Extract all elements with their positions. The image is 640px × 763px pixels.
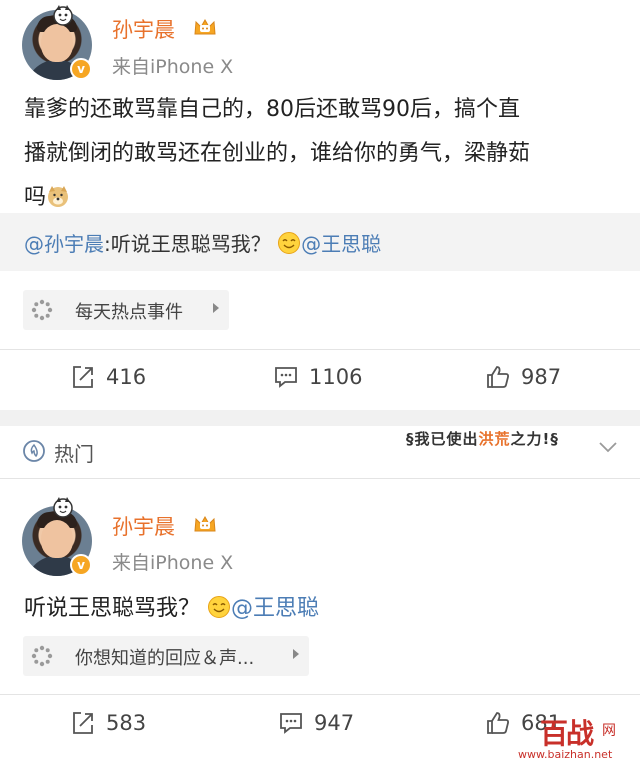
site-watermark: 百战 网 www.baizhan.net bbox=[518, 712, 638, 762]
comment-button[interactable]: 947 bbox=[278, 703, 354, 743]
sticker-highlight: 洪荒 bbox=[478, 430, 511, 448]
hot-topic-icon bbox=[23, 440, 45, 462]
chevron-down-icon[interactable] bbox=[598, 440, 618, 454]
comment-icon bbox=[275, 367, 297, 388]
divider bbox=[0, 694, 640, 695]
vip-crown-icon[interactable] bbox=[193, 17, 217, 37]
divider bbox=[0, 478, 640, 479]
repost-button[interactable]: 583 bbox=[70, 703, 146, 743]
vip-crown-icon[interactable] bbox=[193, 514, 217, 534]
sticker-text: 之力! bbox=[510, 430, 551, 448]
post-content: 靠爹的还敢骂靠自己的，80后还敢骂90后，搞个直 播就倒闭的敢骂还在创业的，谁给… bbox=[24, 88, 624, 220]
sticker-text: 我已使出 bbox=[414, 430, 479, 448]
smile-emoji-icon bbox=[278, 232, 301, 254]
post-source: 来自iPhone X bbox=[112, 552, 234, 574]
chevron-right-icon bbox=[293, 649, 299, 659]
husky-pendant-icon bbox=[53, 497, 73, 518]
topic-card[interactable]: 你想知道的回应＆声... bbox=[23, 636, 309, 676]
like-count: 987 bbox=[521, 365, 562, 389]
watermark-logo: 百战 bbox=[540, 717, 594, 750]
hot-comments-header: 热门 §我已使出洪荒之力!§ bbox=[0, 426, 640, 478]
weibo-post-1: v 孙宇晨 来自iPhone X 靠爹的还敢骂靠自己的，80后还敢骂90后，搞个… bbox=[0, 0, 640, 410]
verified-badge-icon: v bbox=[70, 58, 92, 80]
smile-emoji-icon bbox=[208, 596, 231, 618]
watermark-url: www.baizhan.net bbox=[518, 748, 613, 761]
chevron-right-icon bbox=[213, 303, 219, 313]
repost-text: :听说王思聪骂我？ bbox=[104, 232, 271, 256]
repost-button[interactable]: 416 bbox=[70, 357, 146, 397]
thumbs-up-icon bbox=[487, 366, 509, 388]
username[interactable]: 孙宇晨 bbox=[112, 511, 175, 541]
post-content-line: 播就倒闭的敢骂还在创业的，谁给你的勇气，梁静茹 bbox=[24, 141, 531, 166]
topic-label: 你想知道的回应＆声... bbox=[75, 648, 255, 669]
post-content-text: 听说王思聪骂我？ bbox=[24, 596, 201, 621]
topic-label: 每天热点事件 bbox=[75, 302, 183, 323]
repost-original[interactable]: @孙宇晨:听说王思聪骂我？ @王思聪 bbox=[0, 213, 640, 271]
username[interactable]: 孙宇晨 bbox=[112, 14, 175, 44]
comment-icon bbox=[280, 713, 302, 734]
post-content-text: 吗 bbox=[24, 185, 47, 210]
husky-pendant-icon bbox=[53, 5, 73, 26]
post-content-line: 靠爹的还敢骂靠自己的，80后还敢骂90后，搞个直 bbox=[24, 97, 520, 122]
post-source: 来自iPhone X bbox=[112, 56, 234, 78]
comment-count: 1106 bbox=[309, 365, 363, 389]
repost-count: 583 bbox=[106, 711, 147, 735]
doge-emoji-icon bbox=[48, 186, 69, 207]
post-content: 听说王思聪骂我？ @王思聪 bbox=[24, 587, 624, 631]
repost-mention-link[interactable]: @王思聪 bbox=[301, 232, 381, 256]
verified-badge-icon: v bbox=[70, 554, 92, 576]
share-icon bbox=[73, 712, 93, 734]
mention-link[interactable]: @王思聪 bbox=[231, 596, 319, 621]
hot-label: 热门 bbox=[54, 442, 94, 466]
share-icon bbox=[73, 366, 93, 388]
repost-author-link[interactable]: @孙宇晨 bbox=[24, 232, 104, 256]
topic-card[interactable]: 每天热点事件 bbox=[23, 290, 229, 330]
watermark-net: 网 bbox=[602, 723, 616, 739]
loading-spinner-icon bbox=[31, 645, 53, 667]
comment-button[interactable]: 1106 bbox=[273, 357, 362, 397]
thumbs-up-icon bbox=[487, 712, 509, 734]
sticker-overlay: §我已使出洪荒之力!§ bbox=[406, 430, 559, 448]
divider bbox=[0, 349, 640, 350]
loading-spinner-icon bbox=[31, 299, 53, 321]
section-gap bbox=[0, 410, 640, 426]
comment-count: 947 bbox=[314, 711, 355, 735]
like-button[interactable]: 987 bbox=[485, 357, 561, 397]
repost-count: 416 bbox=[106, 365, 147, 389]
repost-content: @孙宇晨:听说王思聪骂我？ @王思聪 bbox=[24, 228, 381, 257]
